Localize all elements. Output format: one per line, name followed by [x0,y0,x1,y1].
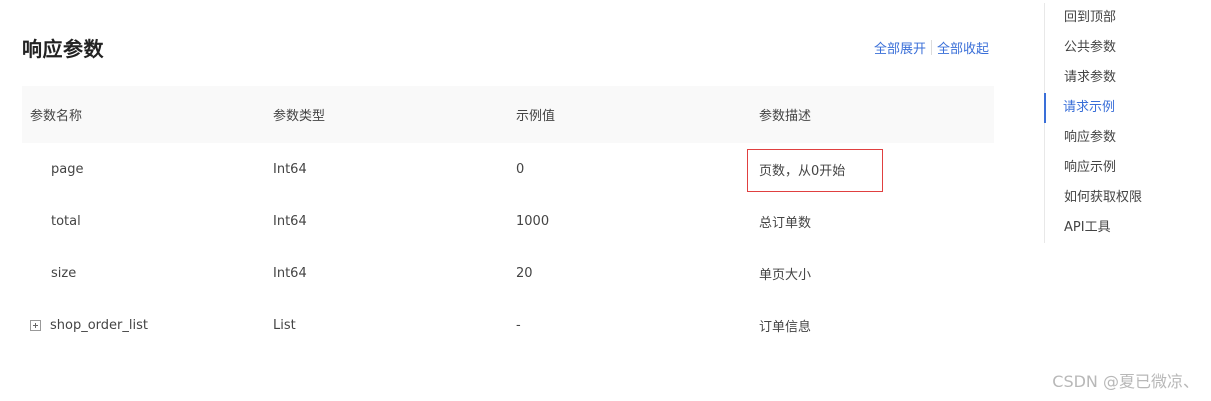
divider [930,40,932,55]
param-example: 20 [516,265,533,281]
table-header: 参数名称 参数类型 示例值 参数描述 [22,86,994,143]
param-name-cell: shop_order_list [22,318,265,333]
toc-item-common-params[interactable]: 公共参数 [1045,33,1175,63]
expand-all-link[interactable]: 全部展开 [874,38,926,57]
expandable-name: shop_order_list [30,318,265,333]
toc-item-get-permission[interactable]: 如何获取权限 [1045,183,1175,213]
table-row: page Int64 0 页数，从0开始 [22,143,994,195]
param-example: 0 [516,161,525,177]
param-desc: 总订单数 [759,215,812,231]
toc-item-request-example[interactable]: 请求示例 [1044,93,1175,123]
param-desc: 单页大小 [759,267,812,283]
table-row: size Int64 20 单页大小 [22,247,994,299]
param-name: total [51,213,81,229]
param-example: - [516,317,521,333]
toc-item-request-params[interactable]: 请求参数 [1045,63,1175,93]
header-example-value: 示例值 [516,109,556,124]
param-type: List [273,317,296,333]
toc-item-response-params[interactable]: 响应参数 [1045,123,1175,153]
table-row: shop_order_list List - 订单信息 [22,299,994,351]
param-name: page [51,161,84,177]
collapse-all-link[interactable]: 全部收起 [937,38,989,57]
section-title: 响应参数 [22,37,104,61]
param-name: shop_order_list [50,317,148,333]
param-name: size [51,265,77,281]
param-type: Int64 [273,161,307,177]
plus-icon[interactable] [30,319,41,331]
param-type: Int64 [273,213,307,229]
param-example: 1000 [516,213,550,229]
param-desc: 订单信息 [759,319,812,335]
header-param-name: 参数名称 [30,109,83,124]
page: 响应参数 全部展开 全部收起 参数名称 参数类型 示例值 参数描述 page I… [0,0,1211,401]
table-of-contents: 回到顶部 公共参数 请求参数 请求示例 响应参数 响应示例 如何获取权限 API… [1044,3,1175,243]
toc-item-back-to-top[interactable]: 回到顶部 [1045,3,1175,33]
expand-collapse-actions: 全部展开 全部收起 [874,38,989,57]
header-param-desc: 参数描述 [759,109,812,124]
param-desc: 页数，从0开始 [759,163,846,179]
param-type: Int64 [273,265,307,281]
table-row: total Int64 1000 总订单数 [22,195,994,247]
header-param-type: 参数类型 [273,109,326,124]
response-params-table: 参数名称 参数类型 示例值 参数描述 page Int64 0 页数，从0开始 … [22,86,994,351]
toc-item-response-example[interactable]: 响应示例 [1045,153,1175,183]
watermark: CSDN @夏已微凉、 [1052,372,1199,391]
toc-item-api-tools[interactable]: API工具 [1045,213,1175,243]
